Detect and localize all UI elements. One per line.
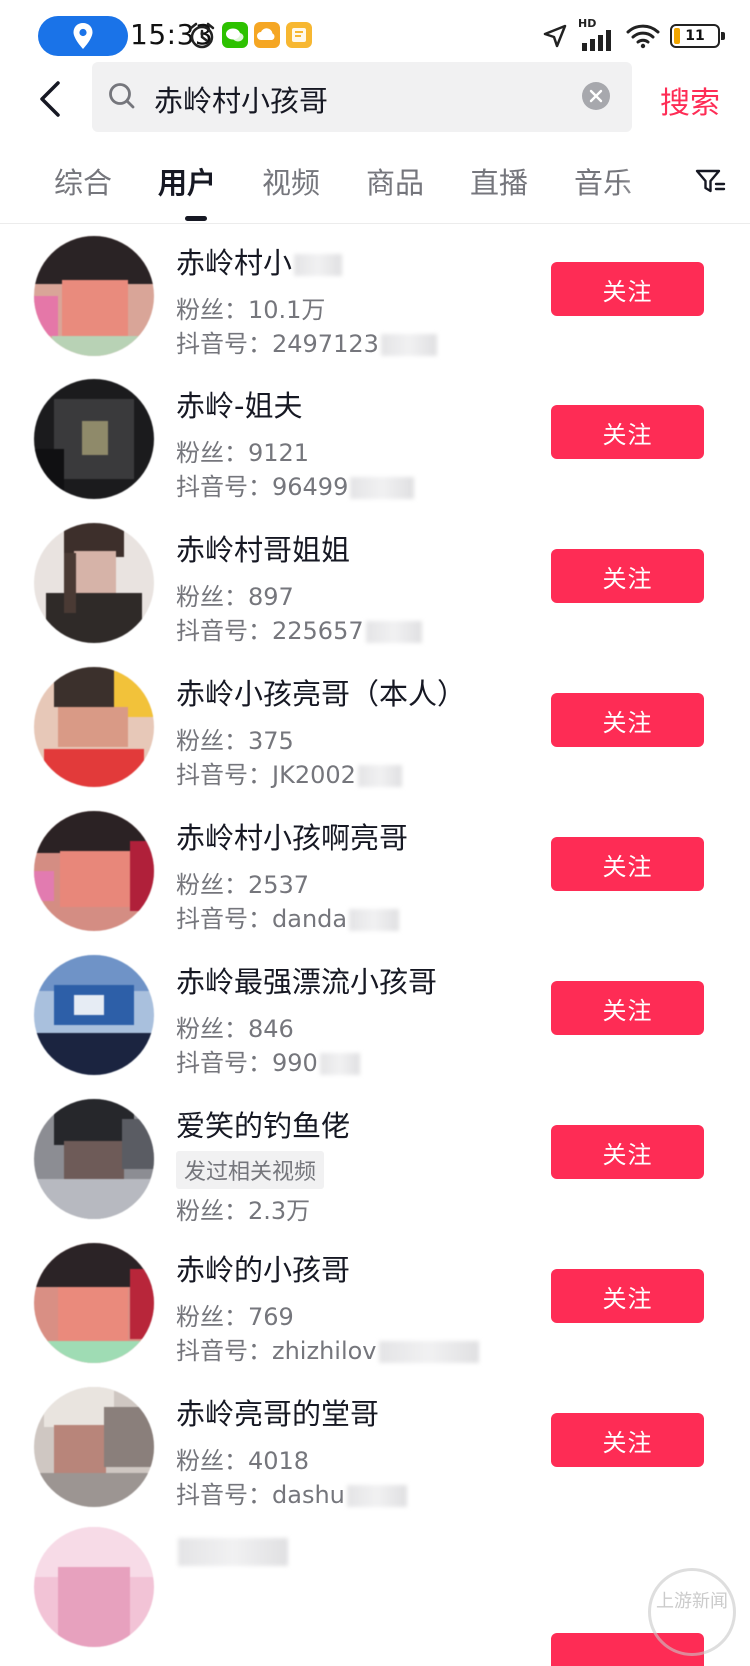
user-row[interactable] <box>0 1527 750 1666</box>
active-tab-indicator <box>185 216 207 221</box>
follow-button[interactable]: 关注 <box>551 837 704 891</box>
battery-level: 11 <box>685 28 705 44</box>
user-avatar[interactable] <box>34 955 154 1075</box>
tab-live[interactable]: 直播 <box>470 160 528 202</box>
user-fans: 粉丝：897 <box>176 583 294 611</box>
search-input[interactable]: 赤岭村小孩哥 <box>92 62 632 132</box>
filter-icon[interactable] <box>694 166 726 198</box>
signal-icon: HD <box>578 17 616 51</box>
wechat-icon <box>222 22 248 48</box>
user-avatar[interactable] <box>34 1387 154 1507</box>
location-indicator[interactable] <box>38 16 128 56</box>
user-fans: 粉丝：4018 <box>176 1447 310 1475</box>
follow-button[interactable]: 关注 <box>551 693 704 747</box>
tab-fade <box>620 150 690 220</box>
user-name: 赤岭的小孩哥 <box>176 1253 351 1287</box>
user-row[interactable]: 赤岭亮哥的堂哥 粉丝：4018 抖音号：dashu 关注 <box>0 1383 750 1536</box>
user-fans: 粉丝：2537 <box>176 871 310 899</box>
follow-button[interactable]: 关注 <box>551 262 704 316</box>
battery-icon: 11 <box>670 24 725 48</box>
user-row[interactable]: 赤岭最强漂流小孩哥 粉丝：846 抖音号：990 关注 <box>0 951 750 1104</box>
search-button[interactable]: 搜索 <box>660 78 720 122</box>
tab-users[interactable]: 用户 <box>158 160 216 202</box>
user-name-hidden <box>176 1533 290 1567</box>
user-douyin-id: 抖音号：990 <box>176 1043 362 1078</box>
related-video-tag: 发过相关视频 <box>176 1151 325 1189</box>
follow-button[interactable]: 关注 <box>551 549 704 603</box>
user-fans: 粉丝：375 <box>176 727 294 755</box>
navigation-arrow-icon <box>543 24 567 48</box>
notes-app-icon <box>286 22 312 48</box>
user-row[interactable]: 赤岭的小孩哥 粉丝：769 抖音号：zhizhilov 关注 <box>0 1239 750 1392</box>
user-fans: 粉丝：769 <box>176 1303 294 1331</box>
user-avatar[interactable] <box>34 1243 154 1363</box>
user-fans: 粉丝：9121 <box>176 439 310 467</box>
user-avatar[interactable] <box>34 811 154 931</box>
status-indicators: HD 11 <box>542 17 725 54</box>
user-row[interactable]: 赤岭小孩亮哥（本人） 粉丝：375 抖音号：JK2002 关注 <box>0 663 750 816</box>
result-tabs: 综合 用户 视频 商品 直播 音乐 <box>0 150 750 224</box>
search-icon <box>109 83 135 109</box>
watermark-logo: 上游新闻 <box>648 1568 736 1656</box>
user-name: 赤岭村哥姐姐 <box>176 533 351 567</box>
user-name: 赤岭小孩亮哥（本人） <box>176 677 467 711</box>
user-name: 赤岭最强漂流小孩哥 <box>176 965 438 999</box>
user-row[interactable]: 赤岭村小 粉丝：10.1万 抖音号：2497123 关注 <box>0 232 750 385</box>
tab-comprehensive[interactable]: 综合 <box>54 160 112 202</box>
close-icon <box>589 89 603 103</box>
back-button[interactable] <box>30 74 70 124</box>
tab-products[interactable]: 商品 <box>366 160 424 202</box>
user-avatar[interactable] <box>34 523 154 643</box>
user-avatar[interactable] <box>34 236 154 356</box>
user-avatar[interactable] <box>34 379 154 499</box>
user-fans: 粉丝：846 <box>176 1015 294 1043</box>
user-name: 赤岭村小 <box>176 240 344 282</box>
user-douyin-id: 抖音号：zhizhilov <box>176 1331 481 1366</box>
follow-button[interactable]: 关注 <box>551 405 704 459</box>
user-douyin-id: 抖音号：JK2002 <box>176 755 404 790</box>
user-douyin-id: 抖音号：225657 <box>176 611 424 646</box>
user-douyin-id: 抖音号：danda <box>176 899 401 934</box>
user-douyin-id: 抖音号：dashu <box>176 1475 409 1510</box>
user-row[interactable]: 爱笑的钓鱼佬 发过相关视频 粉丝：2.3万 关注 <box>0 1095 750 1248</box>
chevron-left-icon <box>40 81 60 117</box>
cloud-app-icon <box>254 22 280 48</box>
user-name: 赤岭-姐夫 <box>176 389 303 423</box>
user-douyin-id: 抖音号：96499 <box>176 467 416 502</box>
follow-button[interactable]: 关注 <box>551 981 704 1035</box>
user-name: 赤岭村小孩啊亮哥 <box>176 821 409 855</box>
user-avatar[interactable] <box>34 1099 154 1219</box>
user-row[interactable]: 赤岭村哥姐姐 粉丝：897 抖音号：225657 关注 <box>0 519 750 672</box>
clear-search-button[interactable] <box>582 82 610 110</box>
user-fans: 粉丝：2.3万 <box>176 1197 311 1225</box>
user-fans: 粉丝：10.1万 <box>176 296 326 324</box>
follow-button[interactable]: 关注 <box>551 1125 704 1179</box>
user-douyin-id: 抖音号：2497123 <box>176 324 439 359</box>
follow-button[interactable]: 关注 <box>551 1413 704 1467</box>
user-name: 赤岭亮哥的堂哥 <box>176 1397 380 1431</box>
user-avatar[interactable] <box>34 1527 154 1647</box>
search-query[interactable]: 赤岭村小孩哥 <box>154 78 328 120</box>
user-name: 爱笑的钓鱼佬 <box>176 1109 351 1143</box>
follow-button[interactable]: 关注 <box>551 1269 704 1323</box>
user-row[interactable]: 赤岭-姐夫 粉丝：9121 抖音号：96499 关注 <box>0 375 750 528</box>
user-row[interactable]: 赤岭村小孩啊亮哥 粉丝：2537 抖音号：danda 关注 <box>0 807 750 960</box>
wifi-icon <box>626 24 660 49</box>
tab-videos[interactable]: 视频 <box>262 160 320 202</box>
alarm-clock-icon <box>189 22 215 49</box>
search-header: 赤岭村小孩哥 搜索 <box>0 62 750 136</box>
location-pin-icon <box>73 23 93 49</box>
user-avatar[interactable] <box>34 667 154 787</box>
